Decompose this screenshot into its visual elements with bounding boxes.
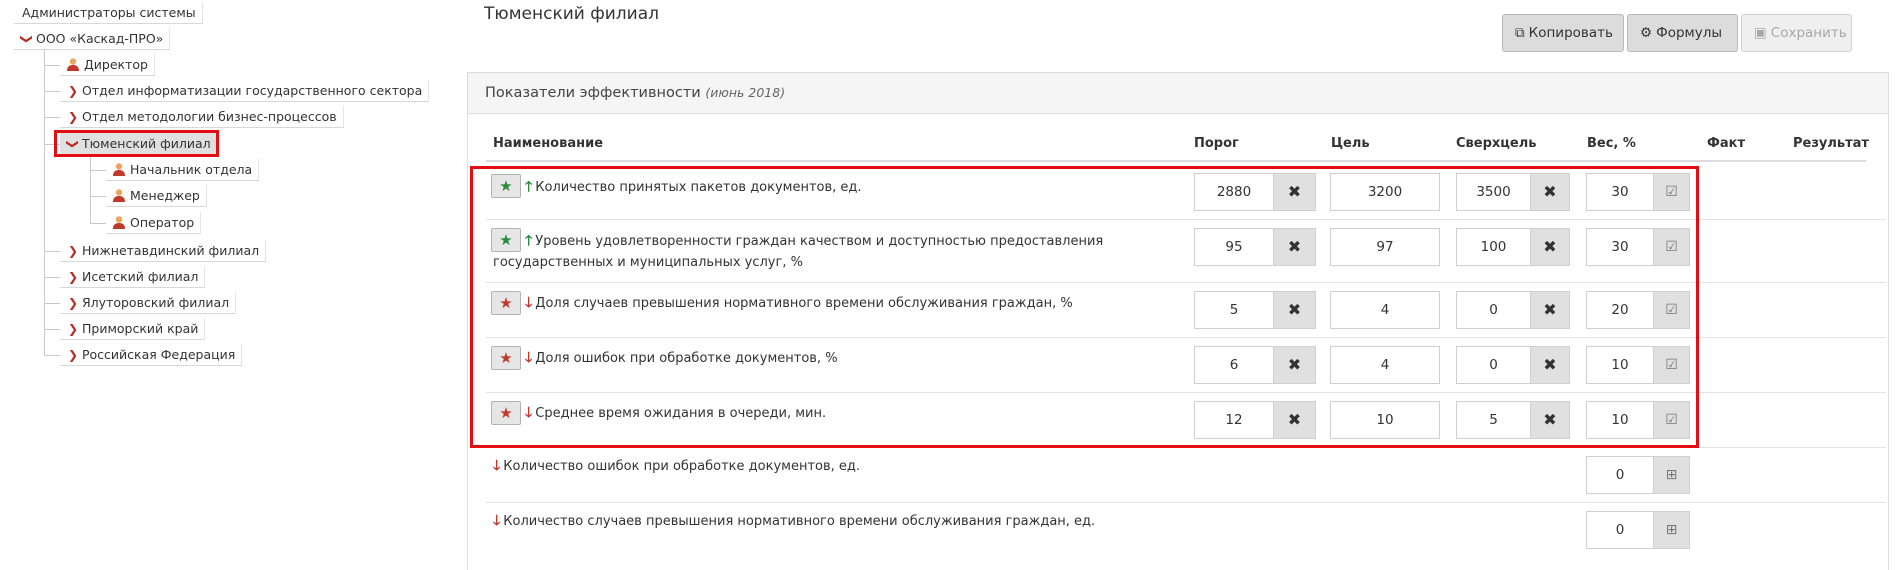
copy-icon: ⧉ <box>1515 25 1525 41</box>
user-icon <box>113 216 125 229</box>
chevron-right-icon[interactable]: ❯ <box>68 344 78 366</box>
user-icon <box>113 163 125 176</box>
tree-item-label: Исетский филиал <box>82 269 199 284</box>
chevron-right-icon[interactable]: ❯ <box>68 240 78 262</box>
page-title: Тюменский филиал <box>484 4 659 24</box>
tree-item-dept-it[interactable]: ❯ Отдел информатизации государственного с… <box>60 80 430 102</box>
extra-indicator-name: 🡓 Количество случаев превышения нормативн… <box>493 510 1095 533</box>
user-icon <box>67 58 79 71</box>
user-icon <box>113 189 125 202</box>
col-threshold: Порог <box>1194 136 1239 151</box>
indicator-label: Количество ошибок при обработке документ… <box>503 459 861 474</box>
tree-item-label: Приморский край <box>82 321 199 336</box>
tree-item-label: Российская Федерация <box>82 347 236 362</box>
tree-item-label: Отдел информатизации государственного се… <box>82 83 423 98</box>
col-goal: Цель <box>1331 136 1370 151</box>
tree-item-label: Администраторы системы <box>22 5 196 20</box>
weight-input[interactable]: 0 <box>1586 511 1654 549</box>
header-divider <box>486 160 1866 162</box>
add-weight-button[interactable]: ⊞ <box>1654 511 1690 549</box>
row-divider <box>486 502 1886 503</box>
tree-item-label: Отдел методологии бизнес-процессов <box>82 109 337 124</box>
tree-item-russia[interactable]: ❯ Российская Федерация <box>60 344 243 366</box>
tree-item-yalutorovsk[interactable]: ❯ Ялуторовский филиал <box>60 292 237 314</box>
tree-item-label: Директор <box>84 57 148 72</box>
add-weight-button[interactable]: ⊞ <box>1654 456 1690 494</box>
panel-header: Показатели эффективности (июнь 2018) <box>468 73 1888 114</box>
tree-item-director[interactable]: Директор <box>60 54 155 76</box>
col-result: Результат <box>1793 136 1869 151</box>
tree-item-label: Нижнетавдинский филиал <box>82 243 260 258</box>
chevron-right-icon[interactable]: ❯ <box>68 292 78 314</box>
indicator-label: Количество случаев превышения нормативно… <box>503 514 1096 529</box>
chevron-right-icon[interactable]: ❯ <box>68 266 78 288</box>
panel-title: Показатели эффективности <box>485 85 701 101</box>
tree-item-admins[interactable]: Администраторы системы <box>14 2 203 24</box>
col-name: Наименование <box>493 136 604 151</box>
chevron-down-icon[interactable]: ❯ <box>16 34 38 44</box>
tree-item-nizhnetavda[interactable]: ❯ Нижнетавдинский филиал <box>60 240 267 262</box>
highlight-box <box>470 166 1699 448</box>
save-label: Сохранить <box>1770 25 1847 41</box>
arrow-down-icon: 🡓 <box>493 513 501 529</box>
arrow-down-icon: 🡓 <box>493 458 501 474</box>
chevron-right-icon[interactable]: ❯ <box>68 106 78 128</box>
col-supergoal: Сверхцель <box>1456 136 1537 151</box>
tree-item-operator[interactable]: Оператор <box>106 212 202 234</box>
selection-highlight <box>54 130 219 157</box>
floppy-icon: ▣ <box>1754 25 1767 41</box>
tree-item-label: Ялуторовский филиал <box>82 295 230 310</box>
save-button[interactable]: ▣ Сохранить <box>1741 14 1852 52</box>
tree-item-dept-bp[interactable]: ❯ Отдел методологии бизнес-процессов <box>60 106 344 128</box>
tree-item-iset[interactable]: ❯ Исетский филиал <box>60 266 206 288</box>
col-fact: Факт <box>1707 136 1746 151</box>
tree-item-manager[interactable]: Менеджер <box>106 185 207 207</box>
cogs-icon: ⚙ <box>1640 25 1653 41</box>
plus-square-icon: ⊞ <box>1665 467 1678 483</box>
tree-item-head[interactable]: Начальник отдела <box>106 159 260 181</box>
org-tree: Администраторы системы ❯ ООО «Каскад-ПРО»… <box>0 0 460 570</box>
tree-item-org[interactable]: ❯ ООО «Каскад-ПРО» <box>14 28 171 50</box>
plus-square-icon: ⊞ <box>1665 522 1678 538</box>
extra-indicator-name: 🡓 Количество ошибок при обработке докумен… <box>493 455 860 478</box>
chevron-right-icon[interactable]: ❯ <box>68 318 78 340</box>
tree-item-primorsky[interactable]: ❯ Приморский край <box>60 318 206 340</box>
tree-item-label: ООО «Каскад-ПРО» <box>36 31 164 46</box>
formulas-button[interactable]: ⚙ Формулы <box>1627 14 1738 52</box>
copy-label: Копировать <box>1528 25 1613 41</box>
formulas-label: Формулы <box>1656 25 1723 41</box>
copy-button[interactable]: ⧉ Копировать <box>1502 14 1624 52</box>
tree-item-label: Менеджер <box>130 188 200 203</box>
panel-period: (июнь 2018) <box>705 85 786 100</box>
weight-input[interactable]: 0 <box>1586 456 1654 494</box>
tree-item-label: Начальник отдела <box>130 162 253 177</box>
col-weight: Вес, % <box>1587 136 1636 151</box>
tree-item-label: Оператор <box>130 215 195 230</box>
chevron-right-icon[interactable]: ❯ <box>68 80 78 102</box>
